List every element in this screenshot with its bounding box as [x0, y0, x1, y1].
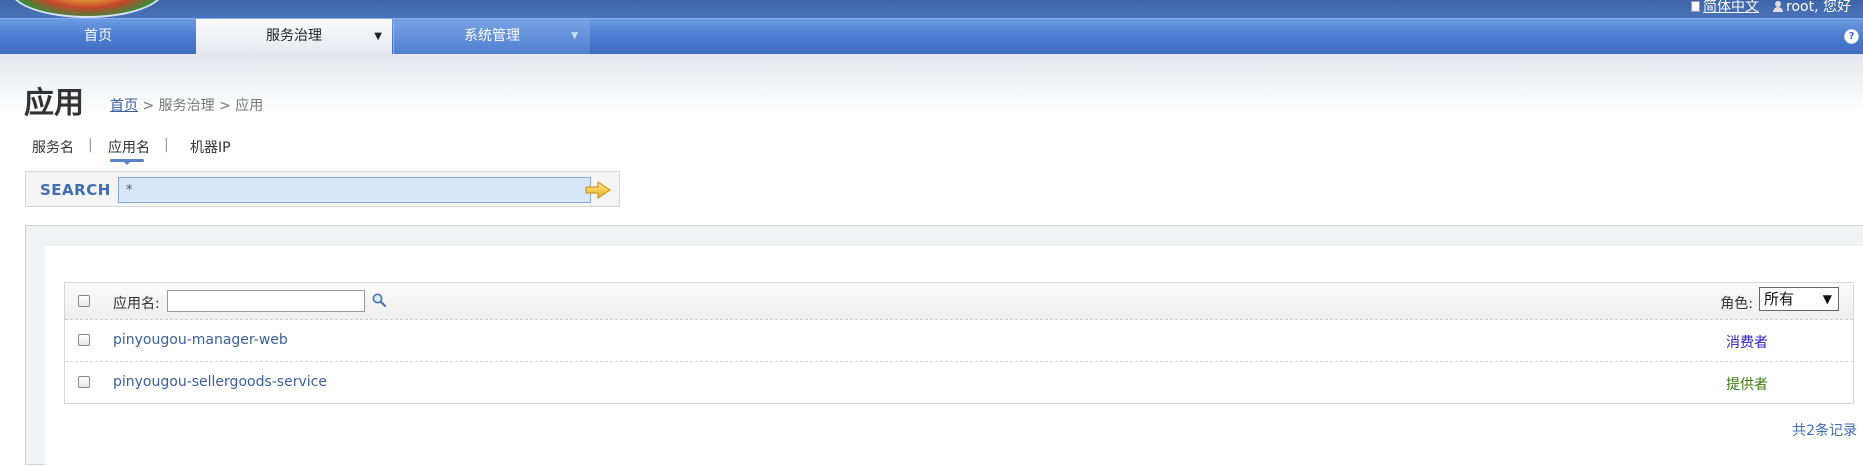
main-nav: 首页 服务治理 ▼ 系统管理 ▼ ? — [0, 18, 1863, 54]
select-all-checkbox[interactable] — [78, 295, 90, 307]
arrow-right-icon[interactable] — [584, 180, 612, 200]
tab-machine-ip[interactable]: 机器IP — [190, 137, 231, 157]
app-name-link[interactable]: pinyougou-sellergoods-service — [113, 374, 327, 390]
caret-down-icon: ▼ — [1822, 292, 1832, 306]
nav-item-service-governance-label: 服务治理 — [266, 28, 322, 44]
help-icon[interactable]: ? — [1844, 29, 1859, 44]
table-row: pinyougou-sellergoods-service 提供者 — [65, 362, 1853, 404]
document-icon — [1691, 0, 1701, 12]
row-checkbox[interactable] — [78, 334, 90, 346]
row-checkbox[interactable] — [78, 376, 90, 388]
language-link-label: 简体中文 — [1703, 0, 1760, 15]
tab-app-name[interactable]: 应用名 — [108, 137, 150, 157]
search-icon[interactable] — [371, 292, 387, 308]
user-greeting-text: root, 您好 — [1786, 0, 1851, 15]
header-shade — [0, 54, 1863, 114]
role-link[interactable]: 消费者 — [1726, 332, 1768, 352]
role-select[interactable]: 所有 ▼ — [1759, 287, 1839, 311]
search-input[interactable] — [118, 177, 591, 203]
user-icon — [1773, 0, 1784, 12]
nav-item-home-label: 首页 — [84, 28, 112, 44]
record-count: 共2条记录 — [1792, 423, 1857, 439]
tab-separator: | — [88, 137, 93, 153]
tab-separator: | — [164, 137, 169, 153]
app-filter-label: 应用名: — [113, 296, 160, 312]
nav-item-home[interactable]: 首页 — [0, 19, 196, 54]
role-filter-label: 角色: — [1720, 296, 1753, 312]
caret-down-icon: ▼ — [374, 31, 382, 42]
caret-down-icon: ▼ — [571, 31, 578, 41]
active-tab-indicator — [110, 159, 144, 165]
nav-item-service-governance[interactable]: 服务治理 ▼ — [196, 19, 392, 54]
search-bar: SEARCH — [25, 171, 620, 207]
logo — [10, 0, 164, 18]
breadcrumb-trail: > 服务治理 > 应用 — [138, 98, 264, 114]
breadcrumb-home-link[interactable]: 首页 — [110, 98, 138, 114]
applications-table: 应用名: 角色: 所有 ▼ pinyougou-manager-web 消费者 … — [64, 282, 1854, 404]
nav-item-system-management-label: 系统管理 — [464, 28, 520, 44]
app-name-link[interactable]: pinyougou-manager-web — [113, 332, 288, 348]
table-header: 应用名: 角色: 所有 ▼ — [65, 283, 1853, 320]
tab-service-name[interactable]: 服务名 — [32, 137, 74, 157]
top-links: 简体中文 root, 您好 — [1691, 0, 1851, 16]
app-filter-input[interactable] — [167, 290, 365, 312]
language-link[interactable]: 简体中文 — [1691, 0, 1759, 16]
nav-item-system-management[interactable]: 系统管理 ▼ — [393, 19, 590, 54]
table-row: pinyougou-manager-web 消费者 — [65, 320, 1853, 362]
user-greeting: root, 您好 — [1773, 0, 1851, 16]
top-header: 简体中文 root, 您好 — [0, 0, 1863, 18]
role-link[interactable]: 提供者 — [1726, 374, 1768, 394]
search-label: SEARCH — [40, 181, 111, 199]
breadcrumb: 首页 > 服务治理 > 应用 — [110, 95, 263, 115]
page-title: 应用 — [24, 86, 84, 121]
role-select-value: 所有 — [1764, 290, 1795, 308]
